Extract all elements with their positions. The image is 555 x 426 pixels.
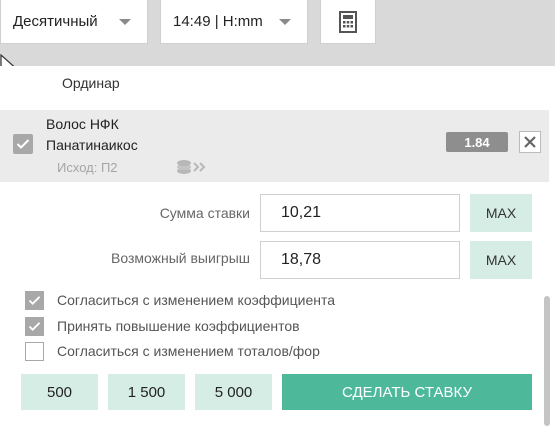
checkbox-unchecked[interactable]: [25, 341, 44, 361]
calculator-button[interactable]: [320, 0, 376, 44]
time-format-dropdown[interactable]: 14:49 | H:mm: [160, 0, 308, 44]
checkmark-icon: [28, 321, 41, 331]
stake-label: Сумма ставки: [159, 205, 250, 221]
quick-amount-button[interactable]: 500: [21, 374, 98, 410]
team-home: Волос НФК: [46, 116, 119, 132]
stake-max-button[interactable]: MAX: [470, 194, 532, 232]
remove-bet-button[interactable]: [519, 131, 541, 153]
odds-format-value: Десятичный: [13, 13, 98, 30]
place-bet-button[interactable]: СДЕЛАТЬ СТАВКУ: [282, 374, 532, 410]
potential-win-input[interactable]: 18,78: [260, 241, 460, 279]
stake-input[interactable]: 10,21: [260, 194, 460, 232]
odds-format-dropdown[interactable]: Десятичный: [0, 0, 148, 44]
bet-outcome: Исход: П2: [57, 160, 118, 175]
quick-amount-button[interactable]: 5 000: [195, 374, 272, 410]
time-format-value: 14:49 | H:mm: [173, 13, 263, 30]
chevron-down-icon: [119, 19, 131, 25]
bet-coupon-panel: Ординар Волос НФК Панатинаикос Исход: П2…: [0, 66, 555, 426]
option-accept-odds-increase[interactable]: Принять повышение коэффициентов: [25, 316, 300, 336]
option-label: Согласиться с изменением тоталов/фор: [57, 343, 320, 359]
option-accept-odds-change[interactable]: Согласиться с изменением коэффициента: [25, 290, 335, 310]
top-toolbar: Десятичный 14:49 | H:mm: [0, 0, 555, 60]
checkbox-checked[interactable]: [25, 316, 44, 336]
checkmark-icon: [28, 295, 41, 305]
coefficient-badge: 1.84: [446, 132, 508, 152]
option-label: Согласиться с изменением коэффициента: [57, 292, 336, 308]
bet-selection-row: Волос НФК Панатинаикос Исход: П2 1.84: [0, 110, 549, 182]
option-label: Принять повышение коэффициентов: [57, 318, 300, 334]
quick-amount-button[interactable]: 1 500: [108, 374, 185, 410]
coupon-type-title: Ординар: [62, 75, 120, 91]
checkmark-icon: [16, 139, 30, 149]
potential-win-max-button[interactable]: MAX: [470, 241, 532, 279]
team-away: Панатинаикос: [46, 137, 138, 153]
bet-select-checkbox[interactable]: [13, 134, 33, 154]
calculator-icon: [339, 10, 357, 33]
chevron-down-icon: [279, 19, 291, 25]
scrollbar[interactable]: [544, 296, 550, 426]
potential-win-label: Возможный выигрыш: [110, 250, 250, 266]
option-accept-totals-change[interactable]: Согласиться с изменением тоталов/фор: [25, 341, 320, 361]
checkbox-checked[interactable]: [25, 290, 44, 310]
close-icon: [524, 136, 536, 148]
coins-icon: [177, 160, 206, 174]
